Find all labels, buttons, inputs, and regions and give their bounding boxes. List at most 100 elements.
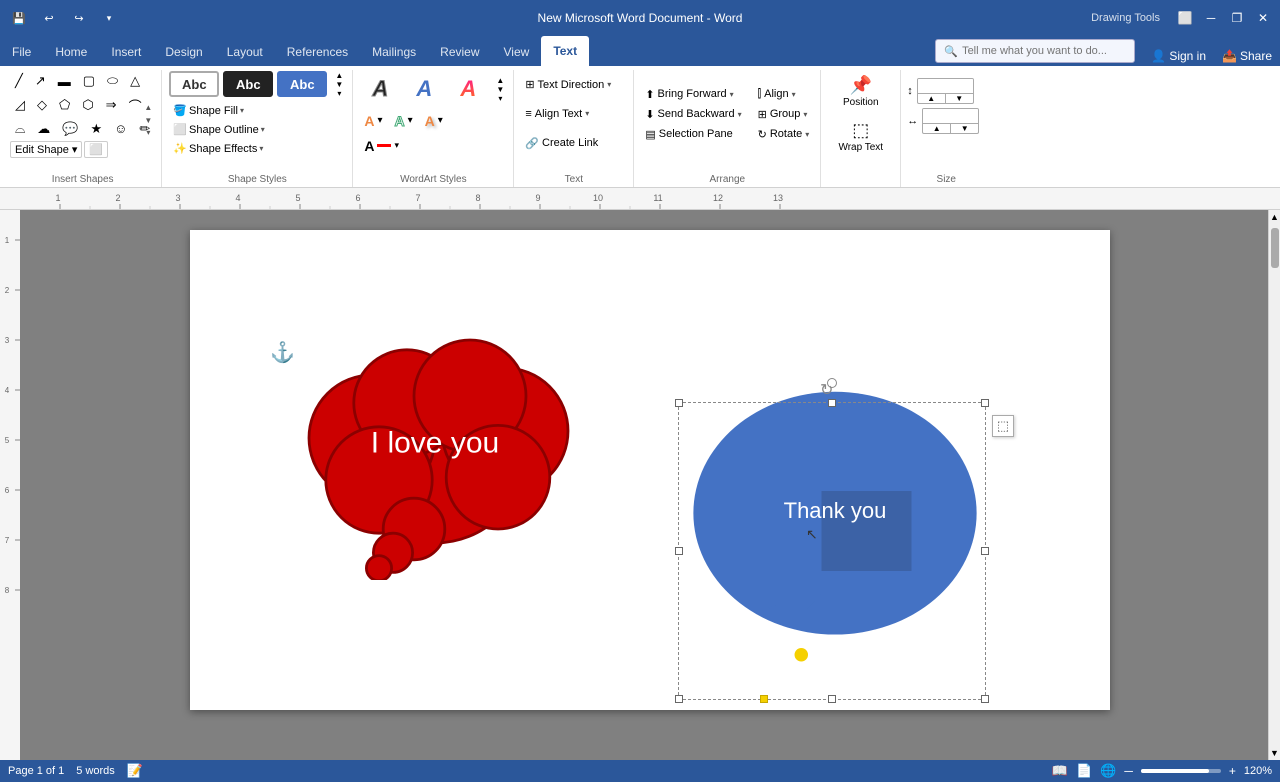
layout-options-icon[interactable]: ⬚ bbox=[992, 415, 1014, 437]
wordart-scroll-down[interactable]: ▼ bbox=[496, 85, 504, 94]
tab-references[interactable]: References bbox=[275, 38, 360, 66]
proofing-icon[interactable]: 📝 bbox=[127, 763, 143, 779]
tab-file[interactable]: File bbox=[0, 38, 43, 66]
quick-access-dropdown[interactable]: ▾ bbox=[98, 7, 120, 29]
tab-review[interactable]: Review bbox=[428, 38, 491, 66]
shape-scroll[interactable]: ▲ ▼ ▾ bbox=[141, 70, 155, 172]
group-dropdown[interactable]: ▾ bbox=[803, 110, 807, 119]
scroll-thumb[interactable] bbox=[1271, 228, 1279, 268]
ribbon-expand-button[interactable]: ⬜ bbox=[1176, 9, 1194, 27]
cloud-shape[interactable]: I love you bbox=[295, 310, 575, 580]
shape-scroll-down[interactable]: ▼ bbox=[144, 115, 152, 128]
tab-layout[interactable]: Layout bbox=[215, 38, 275, 66]
zoom-out-button[interactable]: ─ bbox=[1124, 764, 1133, 778]
height-up-button[interactable]: ▲ bbox=[918, 94, 945, 103]
rotate-dropdown[interactable]: ▾ bbox=[805, 130, 809, 139]
shape-cloud-btn[interactable]: ☁ bbox=[32, 118, 55, 140]
shape-scroll-up[interactable]: ▲ bbox=[144, 102, 152, 115]
text-fill-button[interactable]: A ▾ bbox=[359, 110, 387, 132]
text-outline-button[interactable]: A ▾ bbox=[389, 110, 417, 132]
minimize-button[interactable]: ─ bbox=[1202, 9, 1220, 27]
width-up-button[interactable]: ▲ bbox=[923, 124, 950, 133]
wrap-text-button[interactable]: ⬚ Wrap Text bbox=[831, 115, 890, 158]
tab-insert[interactable]: Insert bbox=[99, 38, 153, 66]
create-link-button[interactable]: 🔗 Create Link bbox=[520, 134, 603, 153]
shape-arrow-btn[interactable]: ↗ bbox=[30, 70, 51, 92]
vertical-scrollbar[interactable]: ▲ ▼ bbox=[1268, 210, 1280, 760]
text-effects-button[interactable]: A ▾ bbox=[420, 110, 448, 132]
shape-hexagon-btn[interactable]: ⬡ bbox=[77, 94, 98, 116]
edit-shape-btn[interactable]: Edit Shape ▾ bbox=[10, 141, 82, 158]
height-down-button[interactable]: ▼ bbox=[945, 94, 973, 103]
shape-rt-triangle-btn[interactable]: ◿ bbox=[10, 94, 30, 116]
tab-home[interactable]: Home bbox=[43, 38, 99, 66]
position-button[interactable]: 📌 Position bbox=[836, 70, 886, 113]
send-backward-button[interactable]: ⬇ Send Backward ▾ bbox=[640, 105, 746, 124]
shape-freeform-btn[interactable]: ⌓ bbox=[10, 118, 30, 140]
shape-text-box-btn[interactable]: ⬜ bbox=[84, 141, 108, 158]
text-direction-dropdown[interactable]: ▾ bbox=[607, 80, 611, 89]
shape-fill-button[interactable]: 🪣 Shape Fill ▾ bbox=[168, 101, 249, 120]
align-button[interactable]: ⫿ Align ▾ bbox=[753, 85, 815, 104]
shape-outline-dropdown[interactable]: ▾ bbox=[261, 125, 265, 134]
shape-line-btn[interactable]: ╱ bbox=[10, 70, 28, 92]
rotate-button[interactable]: ↻ Rotate ▾ bbox=[753, 125, 815, 144]
shape-pentagon-btn[interactable]: ⬠ bbox=[54, 94, 75, 116]
shape-style-3-selected[interactable]: Abc bbox=[277, 71, 327, 97]
font-color-dropdown[interactable]: ▾ bbox=[394, 140, 399, 151]
save-button[interactable]: 💾 bbox=[8, 7, 30, 29]
zoom-slider[interactable] bbox=[1141, 769, 1221, 773]
width-down-button[interactable]: ▼ bbox=[950, 124, 978, 133]
shape-height-input[interactable]: 1.97" bbox=[918, 79, 973, 93]
shape-effects-button[interactable]: ✨ Shape Effects ▾ bbox=[168, 139, 268, 158]
shape-rect-btn[interactable]: ▬ bbox=[53, 71, 76, 92]
handle-br[interactable] bbox=[981, 695, 989, 703]
shape-diamond-btn[interactable]: ◇ bbox=[32, 94, 52, 116]
align-text-dropdown[interactable]: ▾ bbox=[585, 109, 589, 118]
handle-adjust[interactable] bbox=[760, 695, 768, 703]
shape-style-2[interactable]: Abc bbox=[223, 71, 273, 97]
tab-view[interactable]: View bbox=[492, 38, 542, 66]
style-scroll-expand[interactable]: ▾ bbox=[337, 89, 341, 98]
print-layout-icon[interactable]: 📄 bbox=[1076, 763, 1092, 779]
redo-button[interactable]: ↪ bbox=[68, 7, 90, 29]
shape-scroll-more[interactable]: ▾ bbox=[146, 127, 150, 140]
shape-circle-btn[interactable]: ⬭ bbox=[102, 70, 123, 92]
shape-rounded-btn[interactable]: ▢ bbox=[78, 70, 100, 92]
shape-style-1[interactable]: Abc bbox=[169, 71, 219, 97]
wordart-style-3[interactable]: A bbox=[447, 70, 489, 108]
style-scroll-down[interactable]: ▼ bbox=[335, 80, 343, 89]
tab-mailings[interactable]: Mailings bbox=[360, 38, 428, 66]
shape-smiley-btn[interactable]: ☺ bbox=[109, 118, 132, 139]
handle-bm[interactable] bbox=[828, 695, 836, 703]
align-text-button[interactable]: ≡ Align Text ▾ bbox=[520, 105, 594, 123]
align-dropdown[interactable]: ▾ bbox=[792, 90, 796, 99]
text-direction-button[interactable]: ⊞ Text Direction ▾ bbox=[520, 75, 616, 94]
wordart-style-2[interactable]: A bbox=[403, 70, 445, 108]
wordart-style-1[interactable]: A bbox=[359, 70, 401, 108]
style-scroll-up[interactable]: ▲ bbox=[335, 71, 343, 80]
zoom-level[interactable]: 120% bbox=[1244, 765, 1272, 777]
undo-button[interactable]: ↩ bbox=[38, 7, 60, 29]
bubble-shape[interactable]: Thank you bbox=[680, 385, 990, 685]
read-mode-icon[interactable]: 📖 bbox=[1052, 763, 1068, 779]
scroll-up-button[interactable]: ▲ bbox=[1268, 210, 1280, 224]
shape-width-input[interactable]: 2.39" bbox=[923, 109, 978, 123]
handle-bl[interactable] bbox=[675, 695, 683, 703]
shape-arrow-right-btn[interactable]: ⇒ bbox=[101, 94, 122, 116]
web-layout-icon[interactable]: 🌐 bbox=[1100, 763, 1116, 779]
bring-forward-button[interactable]: ⬆ Bring Forward ▾ bbox=[640, 85, 746, 104]
shape-effects-dropdown[interactable]: ▾ bbox=[259, 144, 263, 153]
font-color-button[interactable]: A ▾ bbox=[359, 135, 404, 157]
close-button[interactable]: ✕ bbox=[1254, 9, 1272, 27]
sign-in-button[interactable]: 👤 Sign in bbox=[1143, 46, 1214, 66]
send-backward-dropdown[interactable]: ▾ bbox=[738, 110, 742, 119]
wordart-scroll-expand[interactable]: ▾ bbox=[498, 94, 502, 103]
bring-forward-dropdown[interactable]: ▾ bbox=[730, 90, 734, 99]
shape-fill-dropdown[interactable]: ▾ bbox=[240, 106, 244, 115]
shape-star-btn[interactable]: ★ bbox=[85, 118, 107, 140]
group-button[interactable]: ⊞ Group ▾ bbox=[753, 105, 815, 124]
shape-outline-button[interactable]: ⬜ Shape Outline ▾ bbox=[168, 120, 269, 139]
share-button[interactable]: 📤 Share bbox=[1214, 46, 1280, 66]
zoom-in-button[interactable]: + bbox=[1229, 764, 1236, 778]
